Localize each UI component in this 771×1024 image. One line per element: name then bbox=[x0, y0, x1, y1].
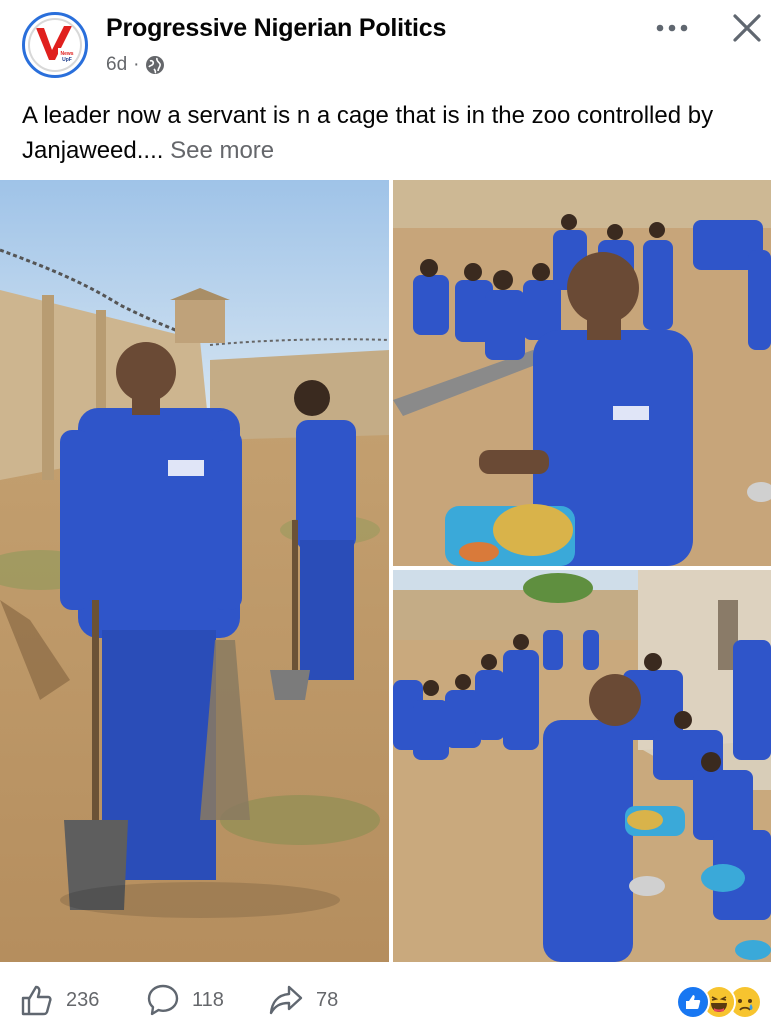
like-reaction-icon bbox=[676, 985, 710, 1019]
like-count: 236 bbox=[66, 988, 100, 1011]
share-count: 78 bbox=[316, 988, 339, 1011]
like-button[interactable]: 236 bbox=[20, 982, 99, 1018]
avatar-logo: News UpF bbox=[28, 18, 82, 72]
post-caption: A leader now a servant is n a cage that … bbox=[22, 98, 752, 168]
comment-count: 118 bbox=[192, 988, 224, 1011]
more-horizontal-icon bbox=[656, 24, 688, 32]
meta-separator: · bbox=[133, 54, 140, 75]
post-header: News UpF Progressive Nigerian Politics 6… bbox=[0, 0, 771, 90]
caption-text: A leader now a servant is n a cage that … bbox=[22, 102, 714, 164]
photo-bottom-right[interactable] bbox=[393, 570, 771, 962]
page-name-link[interactable]: Progressive Nigerian Politics bbox=[106, 14, 446, 43]
thumbs-up-icon bbox=[21, 985, 52, 1016]
comment-button[interactable]: 118 bbox=[146, 982, 224, 1018]
facebook-post: News UpF Progressive Nigerian Politics 6… bbox=[0, 0, 771, 1024]
photo-top-right[interactable] bbox=[393, 180, 771, 566]
comment-icon bbox=[147, 984, 179, 1016]
post-meta: 6d · bbox=[106, 54, 165, 76]
photo-grid bbox=[0, 180, 771, 962]
see-more-link[interactable]: See more bbox=[170, 137, 274, 164]
close-button[interactable] bbox=[724, 6, 770, 50]
more-options-button[interactable] bbox=[650, 8, 694, 48]
globe-icon[interactable] bbox=[145, 55, 165, 75]
post-timestamp[interactable]: 6d bbox=[106, 54, 127, 76]
photo-main[interactable] bbox=[0, 180, 389, 962]
reaction-summary[interactable] bbox=[676, 985, 766, 1019]
close-icon bbox=[733, 14, 761, 42]
share-button[interactable]: 78 bbox=[268, 982, 338, 1018]
share-icon bbox=[269, 985, 303, 1015]
page-avatar[interactable]: News UpF bbox=[22, 12, 88, 78]
post-actions: 236 118 78 bbox=[0, 962, 771, 1024]
svg-text:UpF: UpF bbox=[62, 57, 72, 63]
